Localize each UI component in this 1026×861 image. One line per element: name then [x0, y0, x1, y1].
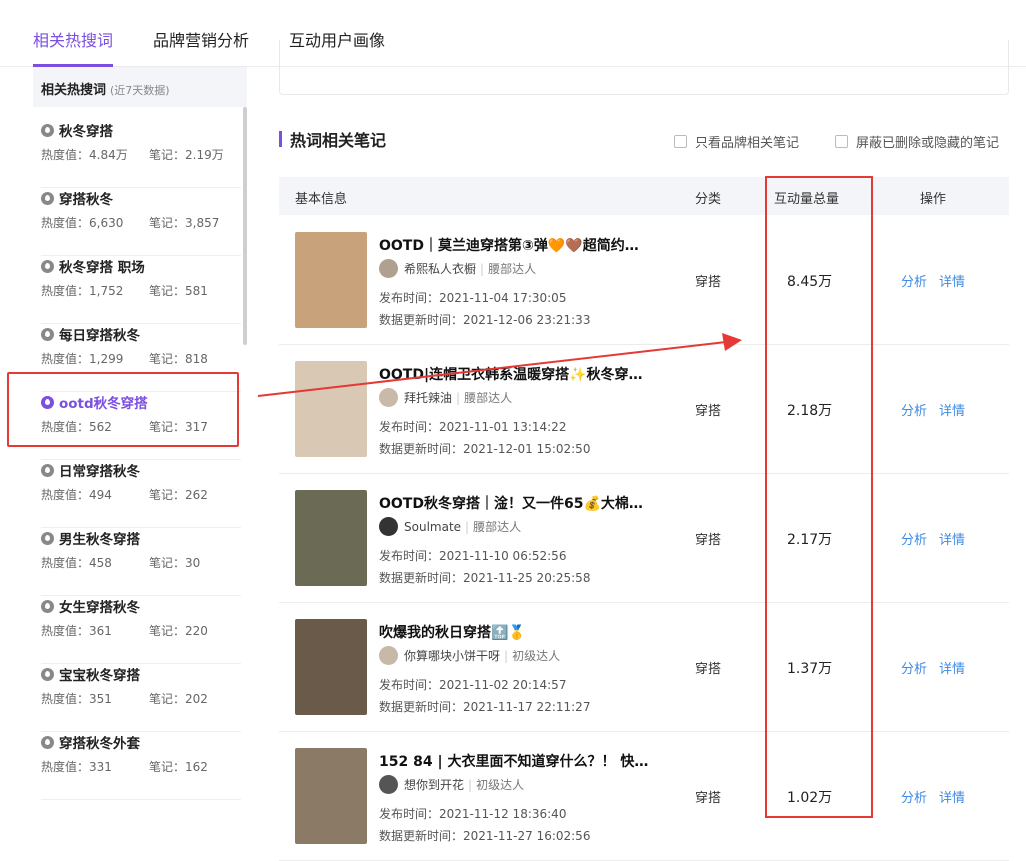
annotation-arrow — [257, 333, 742, 397]
